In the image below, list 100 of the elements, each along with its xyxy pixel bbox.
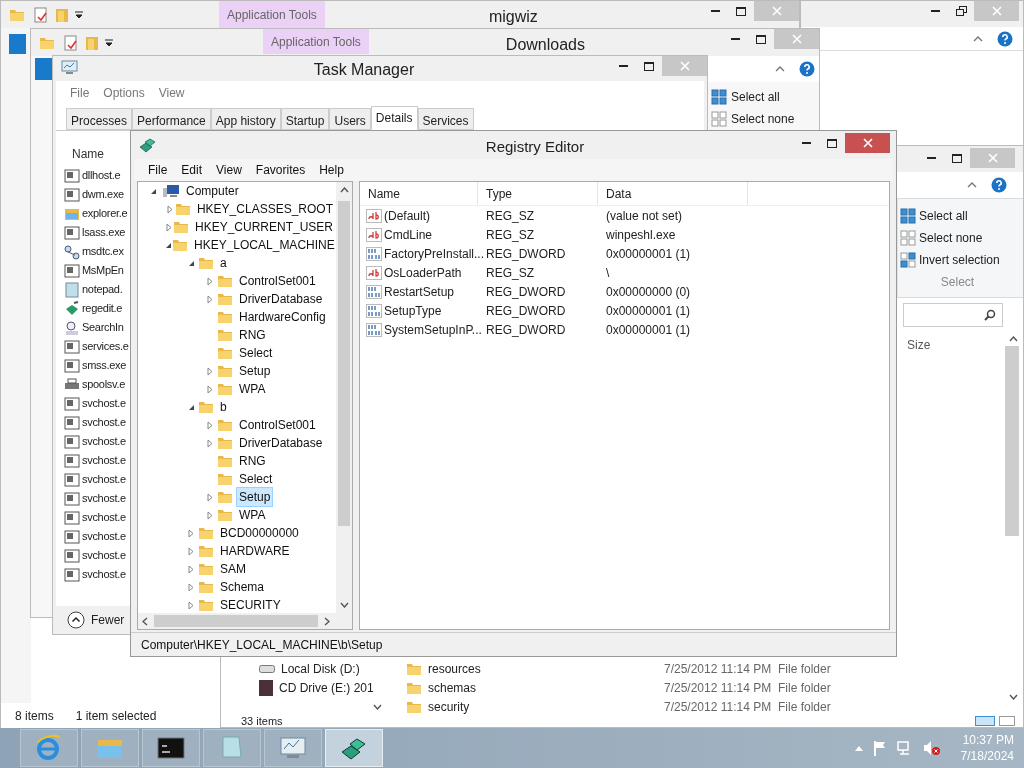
process-row[interactable]: svchost.e — [64, 565, 126, 584]
tree-item[interactable]: BCD00000000 — [217, 523, 302, 543]
menu-item[interactable]: File — [148, 161, 168, 179]
process-row[interactable]: explorer.e — [64, 204, 128, 223]
ribbon-command[interactable]: Select all — [711, 88, 819, 106]
menu-item[interactable]: Options — [103, 84, 145, 102]
context-tab[interactable]: Application Tools — [263, 29, 369, 54]
tree-item[interactable]: DriverDatabase — [236, 289, 326, 309]
scroll-right-icon[interactable] — [324, 616, 330, 626]
column-header[interactable]: Name — [360, 182, 478, 205]
process-row[interactable]: dwm.exe — [64, 185, 124, 204]
help-icon[interactable] — [997, 30, 1013, 47]
tree-item[interactable]: RNG — [236, 325, 269, 345]
context-tab[interactable]: Application Tools — [219, 1, 325, 28]
tab[interactable]: Startup — [280, 108, 330, 130]
dropdown-icon[interactable] — [75, 10, 83, 19]
expand-arrow-icon[interactable] — [207, 384, 213, 394]
tree-item[interactable]: RNG — [236, 451, 269, 471]
process-row[interactable]: notepad. — [64, 280, 123, 299]
process-row[interactable]: smss.exe — [64, 356, 127, 375]
taskbar-button[interactable] — [142, 729, 200, 767]
value-row[interactable]: FactoryPreInstall... REG_DWORD 0x00000001 (1) — [360, 244, 889, 263]
scroll-up-icon[interactable] — [1009, 336, 1018, 342]
tree-item[interactable]: SAM — [217, 559, 249, 579]
scrollbar-thumb[interactable] — [154, 615, 318, 627]
tree-item[interactable]: HKEY_CURRENT_USER — [191, 217, 336, 237]
tree-item[interactable]: b — [217, 397, 230, 417]
process-row[interactable]: svchost.e — [64, 413, 126, 432]
properties-icon[interactable] — [63, 34, 79, 51]
tree-item[interactable]: Setup — [236, 361, 274, 381]
collapse-ribbon-icon[interactable] — [967, 182, 977, 188]
show-hidden-icons-icon[interactable] — [854, 745, 863, 751]
expand-arrow-icon[interactable] — [188, 600, 194, 610]
process-row[interactable]: svchost.e — [64, 432, 126, 451]
expand-arrow-icon[interactable] — [207, 510, 213, 520]
scroll-down-icon[interactable] — [339, 602, 349, 608]
value-row[interactable]: RestartSetup REG_DWORD 0x00000000 (0) — [360, 282, 889, 301]
scroll-down-icon[interactable] — [1009, 694, 1018, 700]
process-row[interactable]: services.e — [64, 337, 129, 356]
column-header[interactable]: Type — [478, 182, 598, 205]
tree-item[interactable]: Schema — [217, 577, 268, 597]
tree-item[interactable]: WPA — [236, 505, 269, 525]
tree-item[interactable]: HardwareConfig — [236, 307, 329, 327]
menu-item[interactable]: Help — [319, 161, 344, 179]
expand-arrow-icon[interactable] — [207, 366, 213, 376]
process-row[interactable]: svchost.e — [64, 470, 126, 489]
process-row[interactable]: regedit.e — [64, 299, 123, 318]
process-row[interactable]: msdtc.ex — [64, 242, 124, 261]
column-header[interactable]: Size — [907, 336, 1001, 354]
search-field[interactable] — [903, 303, 1003, 327]
expand-arrow-icon[interactable] — [166, 222, 172, 232]
tab[interactable]: App history — [210, 108, 281, 130]
scroll-up-icon[interactable] — [339, 187, 349, 193]
value-row[interactable]: SystemSetupInP... REG_DWORD 0x00000001 (1) — [360, 320, 889, 339]
dropdown-icon[interactable] — [105, 38, 113, 47]
help-icon[interactable] — [799, 61, 815, 77]
process-row[interactable]: svchost.e — [64, 451, 126, 470]
help-icon[interactable] — [991, 177, 1007, 193]
tree-item[interactable]: HKEY_LOCAL_MACHINE — [191, 235, 336, 255]
expand-arrow-icon[interactable] — [207, 438, 213, 448]
tree-item[interactable]: SECURITY — [217, 595, 284, 613]
scrollbar-thumb[interactable] — [1005, 346, 1019, 536]
tab[interactable]: Performance — [132, 108, 211, 130]
tree-item[interactable]: ControlSet001 — [236, 271, 319, 291]
nav-item[interactable]: CD Drive (E:) 201 — [259, 678, 374, 697]
menu-item[interactable]: File — [70, 84, 90, 102]
column-header[interactable]: Name — [64, 141, 104, 166]
ribbon-command[interactable]: Select all — [900, 205, 968, 227]
process-row[interactable]: svchost.e — [64, 508, 126, 527]
value-row[interactable]: OsLoaderPath REG_SZ \ — [360, 263, 889, 282]
menu-item[interactable]: Favorites — [255, 161, 306, 179]
ribbon-command[interactable]: Select none — [711, 110, 819, 128]
fewer-details-button[interactable]: Fewer — [67, 611, 125, 629]
tree-item[interactable]: DriverDatabase — [236, 433, 326, 453]
tab[interactable]: Processes — [66, 108, 133, 130]
process-row[interactable]: SearchIn — [64, 318, 124, 337]
scroll-down-icon[interactable] — [373, 704, 382, 710]
collapse-ribbon-icon[interactable] — [775, 66, 785, 72]
nav-item[interactable]: Local Disk (D:) — [259, 659, 360, 678]
expand-arrow-icon[interactable] — [207, 276, 213, 286]
ribbon-command[interactable]: Select none — [900, 227, 983, 249]
tree-item[interactable]: Setup — [236, 487, 274, 507]
file-row[interactable]: security 7/25/2012 11:14 PM File folder — [386, 697, 1005, 716]
tab[interactable]: Users — [329, 108, 371, 130]
icons-view-button[interactable] — [999, 716, 1015, 726]
expand-arrow-icon[interactable] — [188, 564, 194, 574]
tree-item[interactable]: a — [217, 253, 230, 273]
properties-icon[interactable] — [33, 6, 49, 23]
scroll-left-icon[interactable] — [142, 616, 148, 626]
tree-item[interactable]: Select — [236, 469, 276, 489]
expand-arrow-icon[interactable] — [207, 492, 213, 502]
process-row[interactable]: MsMpEn — [64, 261, 124, 280]
column-header[interactable]: Data — [598, 182, 748, 205]
new-folder-icon[interactable] — [55, 6, 69, 23]
muted-speaker-icon[interactable] — [922, 740, 941, 756]
collapse-ribbon-icon[interactable] — [973, 35, 983, 42]
process-row[interactable]: svchost.e — [64, 394, 126, 413]
tree-item[interactable]: HKEY_CLASSES_ROOT — [193, 199, 336, 219]
tree-item[interactable]: ControlSet001 — [236, 415, 319, 435]
value-row[interactable]: SetupType REG_DWORD 0x00000001 (1) — [360, 301, 889, 320]
